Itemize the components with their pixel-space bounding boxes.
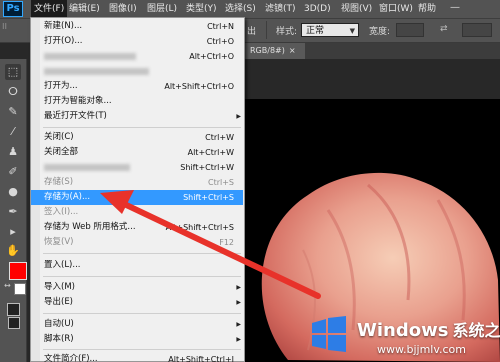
watermark-title-en: Windows [357, 320, 449, 341]
watermark-url: www.bjjmlv.com [377, 343, 466, 356]
watermark-title: Windows系统之家 [357, 317, 500, 341]
watermark-title-cn: 系统之家 [452, 321, 500, 340]
